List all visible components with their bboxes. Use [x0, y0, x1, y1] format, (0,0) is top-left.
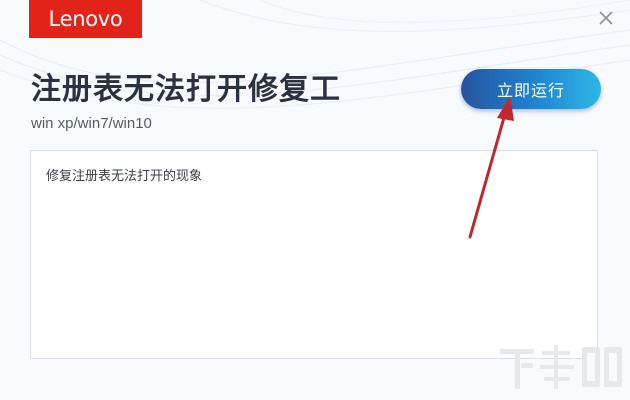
os-compatibility-label: win xp/win7/win10 — [31, 115, 152, 132]
run-now-button[interactable]: 立即运行 — [461, 69, 601, 109]
watermark-logo — [500, 345, 622, 389]
page-title: 注册表无法打开修复工 — [31, 72, 341, 107]
close-button[interactable] — [596, 8, 616, 28]
close-icon — [599, 11, 613, 25]
lenovo-logo: Lenovo — [29, 0, 142, 38]
description-text: 修复注册表无法打开的现象 — [46, 169, 203, 184]
logo-text: Lenovo — [48, 7, 123, 31]
description-panel: 修复注册表无法打开的现象 — [30, 150, 598, 359]
